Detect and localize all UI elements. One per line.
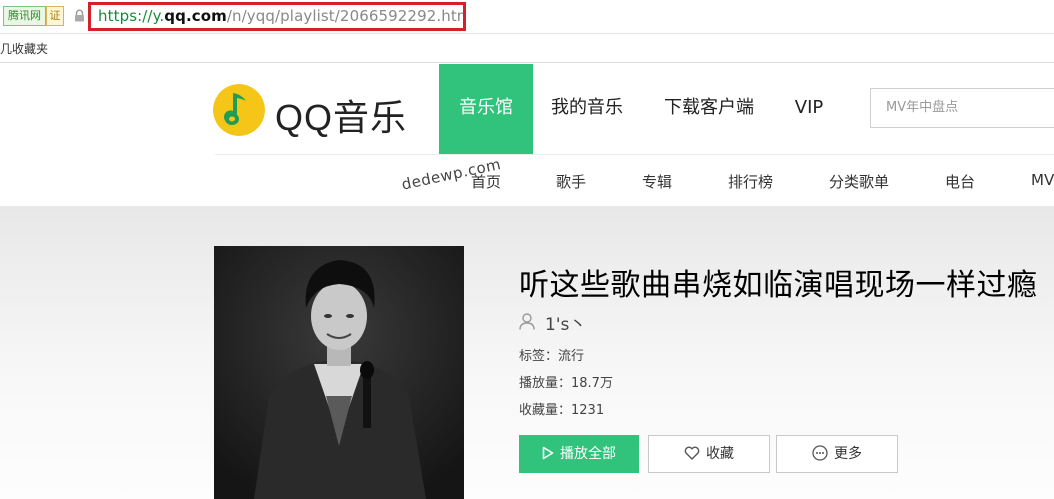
playlist-cover[interactable] — [214, 246, 464, 499]
playlist-plays: 播放量：18.7万 — [519, 376, 613, 391]
url-field[interactable]: https://y.qq.com/n/yqq/playlist/20665922… — [88, 2, 466, 31]
qq-music-logo[interactable]: QQ音乐 — [213, 84, 413, 138]
bookmarks-folder[interactable]: 几收藏夹 — [0, 40, 48, 57]
url-scheme: https://y. — [98, 7, 165, 25]
nav-music-hall[interactable]: 音乐馆 — [439, 64, 533, 154]
subnav-albums[interactable]: 专辑 — [642, 171, 672, 192]
search-input[interactable]: MV年中盘点 — [870, 88, 1054, 128]
subnav-charts[interactable]: 排行榜 — [728, 171, 773, 192]
more-button[interactable]: 更多 — [776, 435, 898, 473]
subnav-categories[interactable]: 分类歌单 — [829, 171, 889, 192]
nav-vip[interactable]: VIP — [791, 64, 827, 154]
subnav-radio[interactable]: 电台 — [945, 171, 975, 192]
qq-music-logo-icon — [213, 84, 265, 136]
creator-name[interactable]: 1's丶 — [545, 310, 586, 335]
play-all-button[interactable]: 播放全部 — [519, 435, 639, 473]
site-badge[interactable]: 腾讯网 — [3, 6, 46, 26]
sub-nav: 首页 歌手 专辑 排行榜 分类歌单 电台 MV — [0, 155, 1054, 205]
url-domain: qq.com — [164, 7, 227, 25]
play-icon — [542, 446, 554, 460]
more-icon — [812, 445, 828, 461]
logo-text: QQ音乐 — [275, 97, 408, 138]
collect-label: 收藏 — [706, 446, 734, 462]
subnav-singers[interactable]: 歌手 — [556, 171, 586, 192]
nav-download-client[interactable]: 下载客户端 — [661, 64, 757, 154]
playlist-title: 听这些歌曲串烧如临演唱现场一样过瘾 — [519, 268, 1038, 303]
lock-icon — [75, 9, 84, 22]
more-label: 更多 — [834, 446, 862, 462]
cert-badge[interactable]: 证 — [46, 6, 64, 26]
playlist-tags: 标签：流行 — [519, 349, 585, 364]
collect-button[interactable]: 收藏 — [648, 435, 770, 473]
bookmarks-bar: 几收藏夹 — [0, 34, 1054, 63]
url-path: /n/yqq/playlist/2066592292.html — [226, 7, 466, 25]
cover-photo — [214, 246, 464, 499]
playlist-favorites: 收藏量：1231 — [519, 403, 605, 418]
browser-address-bar: 腾讯网 证 https://y.qq.com/n/yqq/playlist/20… — [0, 0, 1054, 34]
play-all-label: 播放全部 — [560, 446, 616, 462]
subnav-mv[interactable]: MV — [1031, 171, 1054, 189]
heart-icon — [684, 446, 700, 460]
nav-my-music[interactable]: 我的音乐 — [547, 64, 627, 154]
user-icon — [519, 313, 535, 330]
